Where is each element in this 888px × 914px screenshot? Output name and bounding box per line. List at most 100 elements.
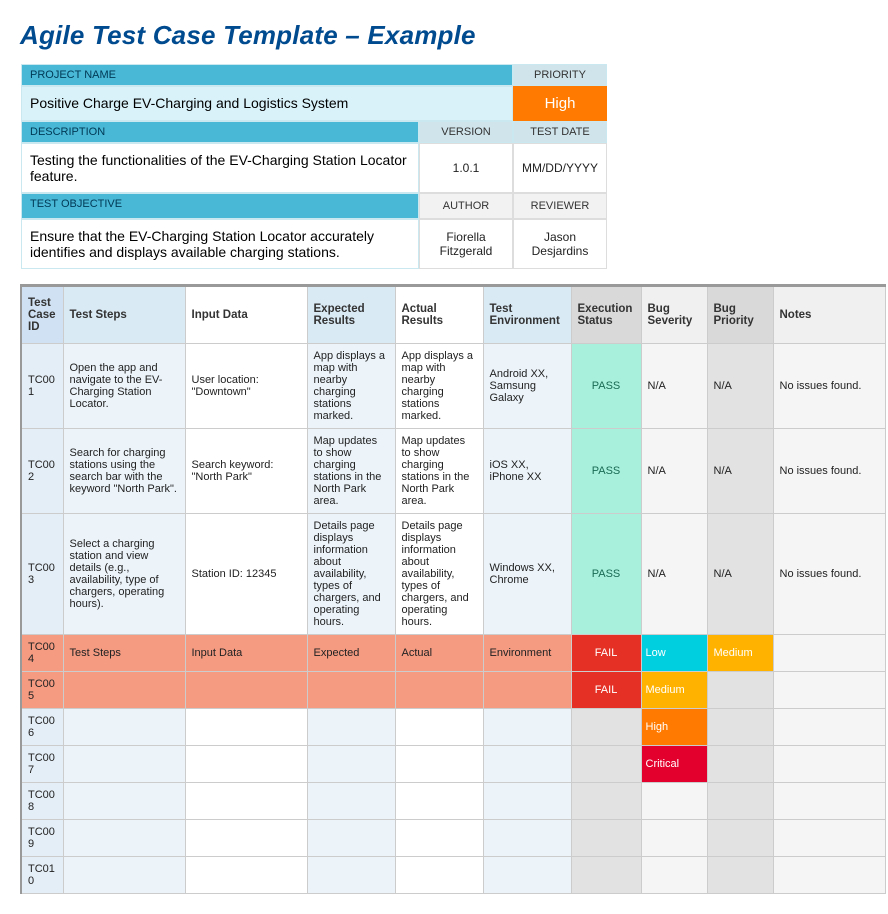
cell-env (483, 709, 571, 746)
cell-id: TC002 (21, 429, 63, 514)
cell-notes (773, 672, 885, 709)
cell-notes (773, 709, 885, 746)
label-project: PROJECT NAME (21, 64, 513, 86)
cell-expected: Map updates to show charging stations in… (307, 429, 395, 514)
col-env: Test Environment (483, 286, 571, 344)
cell-input: Input Data (185, 635, 307, 672)
cell-expected (307, 709, 395, 746)
cell-sev (641, 820, 707, 857)
cell-input (185, 820, 307, 857)
cell-pri: N/A (707, 344, 773, 429)
cell-exec (571, 746, 641, 783)
cell-actual: App displays a map with nearby charging … (395, 344, 483, 429)
cell-sev: Medium (641, 672, 707, 709)
cell-exec: FAIL (571, 672, 641, 709)
cell-expected (307, 672, 395, 709)
cell-input: Station ID: 12345 (185, 514, 307, 635)
cell-exec: PASS (571, 429, 641, 514)
cell-notes (773, 820, 885, 857)
cell-env: Environment (483, 635, 571, 672)
table-row: TC007Critical (21, 746, 885, 783)
cell-id: TC006 (21, 709, 63, 746)
table-row: TC009 (21, 820, 885, 857)
cell-sev: High (641, 709, 707, 746)
cell-sev: N/A (641, 429, 707, 514)
cell-notes (773, 635, 885, 672)
cell-id: TC005 (21, 672, 63, 709)
cell-exec: PASS (571, 514, 641, 635)
cell-actual (395, 857, 483, 894)
label-version: VERSION (419, 121, 513, 143)
cell-input: Search keyword: "North Park" (185, 429, 307, 514)
cell-id: TC009 (21, 820, 63, 857)
cell-sev (641, 783, 707, 820)
value-project: Positive Charge EV-Charging and Logistic… (21, 86, 513, 121)
cell-actual: Map updates to show charging stations in… (395, 429, 483, 514)
col-id: Test Case ID (21, 286, 63, 344)
cell-steps: Search for charging stations using the s… (63, 429, 185, 514)
cell-pri (707, 820, 773, 857)
cell-actual (395, 709, 483, 746)
cell-env (483, 783, 571, 820)
cell-pri (707, 746, 773, 783)
cell-actual (395, 746, 483, 783)
label-priority: PRIORITY (513, 64, 607, 86)
cell-notes: No issues found. (773, 344, 885, 429)
table-row: TC004Test StepsInput DataExpectedActualE… (21, 635, 885, 672)
cell-expected (307, 746, 395, 783)
label-objective: TEST OBJECTIVE (21, 193, 419, 219)
cell-input (185, 746, 307, 783)
cell-id: TC010 (21, 857, 63, 894)
table-row: TC001Open the app and navigate to the EV… (21, 344, 885, 429)
cell-notes (773, 746, 885, 783)
value-priority: High (513, 86, 607, 121)
cell-actual: Details page displays information about … (395, 514, 483, 635)
cell-input (185, 672, 307, 709)
cell-steps: Select a charging station and view detai… (63, 514, 185, 635)
cell-steps (63, 709, 185, 746)
cell-exec (571, 820, 641, 857)
cell-pri (707, 857, 773, 894)
value-testdate: MM/DD/YYYY (513, 143, 607, 193)
col-pri: Bug Priority (707, 286, 773, 344)
cell-exec: PASS (571, 344, 641, 429)
cell-id: TC003 (21, 514, 63, 635)
cell-expected (307, 857, 395, 894)
col-steps: Test Steps (63, 286, 185, 344)
cell-expected: Details page displays information about … (307, 514, 395, 635)
cell-id: TC007 (21, 746, 63, 783)
table-row: TC010 (21, 857, 885, 894)
cell-actual (395, 672, 483, 709)
table-row: TC008 (21, 783, 885, 820)
cell-expected (307, 820, 395, 857)
cell-notes (773, 783, 885, 820)
cell-steps (63, 783, 185, 820)
col-exec: Execution Status (571, 286, 641, 344)
cell-pri (707, 783, 773, 820)
cell-exec (571, 857, 641, 894)
cell-steps (63, 672, 185, 709)
cell-notes (773, 857, 885, 894)
cell-actual (395, 783, 483, 820)
cell-input (185, 709, 307, 746)
cell-expected (307, 783, 395, 820)
cell-notes: No issues found. (773, 429, 885, 514)
cell-steps (63, 746, 185, 783)
table-row: TC003Select a charging station and view … (21, 514, 885, 635)
value-reviewer: Jason Desjardins (513, 219, 607, 269)
table-row: TC006 High (21, 709, 885, 746)
test-case-table: Test Case ID Test Steps Input Data Expec… (20, 284, 886, 894)
value-version: 1.0.1 (419, 143, 513, 193)
cell-env (483, 820, 571, 857)
cell-exec: FAIL (571, 635, 641, 672)
cell-env: Windows XX, Chrome (483, 514, 571, 635)
cell-sev: N/A (641, 344, 707, 429)
cell-pri: N/A (707, 514, 773, 635)
cell-sev (641, 857, 707, 894)
cell-env (483, 857, 571, 894)
cell-steps: Open the app and navigate to the EV-Char… (63, 344, 185, 429)
col-input: Input Data (185, 286, 307, 344)
col-act: Actual Results (395, 286, 483, 344)
table-header-row: Test Case ID Test Steps Input Data Expec… (21, 286, 885, 344)
cell-pri: N/A (707, 429, 773, 514)
